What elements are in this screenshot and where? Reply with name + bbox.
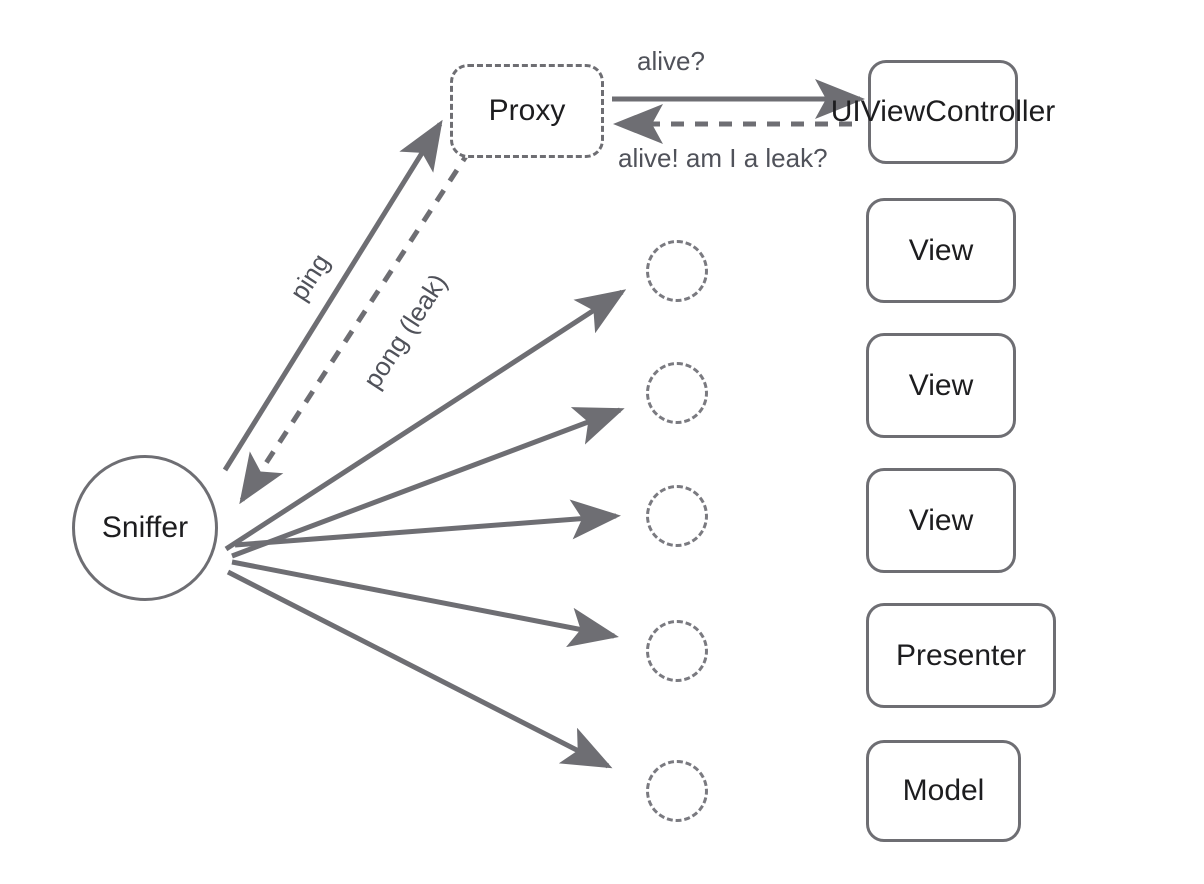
node-model-label: Model: [902, 774, 985, 807]
edge-sniff-1: [224, 289, 627, 552]
edge-sniff-4: [231, 559, 619, 648]
node-model[interactable]: Model: [866, 740, 1021, 842]
node-presenter[interactable]: Presenter: [866, 603, 1056, 708]
placeholder-proxy-5[interactable]: [646, 760, 708, 822]
placeholder-proxy-3[interactable]: [646, 485, 708, 547]
node-proxy-label: Proxy: [488, 94, 566, 127]
node-view-2[interactable]: View: [866, 333, 1016, 438]
node-sniffer-label: Sniffer: [101, 511, 189, 544]
node-view-3[interactable]: View: [866, 468, 1016, 573]
placeholder-proxy-2[interactable]: [646, 362, 708, 424]
edge-sniff-5: [226, 569, 613, 769]
node-uiviewcontroller[interactable]: UIViewController: [831, 60, 1055, 164]
diagram-canvas: Sniffer Proxy UIViewController View View…: [0, 0, 1204, 884]
placeholder-proxy-4[interactable]: [646, 620, 708, 682]
node-view-1[interactable]: View: [866, 198, 1016, 303]
node-uiviewcontroller-label: UIViewController: [830, 95, 1056, 128]
node-presenter-label: Presenter: [895, 638, 1027, 672]
node-view-1-label: View: [908, 233, 974, 267]
edge-sniff-2: [231, 407, 625, 559]
edge-label-alive-question: alive?: [637, 46, 705, 76]
edge-pong: [239, 148, 473, 505]
node-view-3-label: View: [908, 503, 974, 537]
placeholder-proxy-1[interactable]: [646, 240, 708, 302]
node-sniffer[interactable]: Sniffer: [72, 455, 218, 601]
edge-label-alive-answer: alive! am I a leak?: [618, 143, 828, 173]
node-proxy[interactable]: Proxy: [450, 64, 604, 158]
node-view-2-label: View: [908, 368, 974, 402]
edge-sniff-3: [234, 499, 621, 548]
